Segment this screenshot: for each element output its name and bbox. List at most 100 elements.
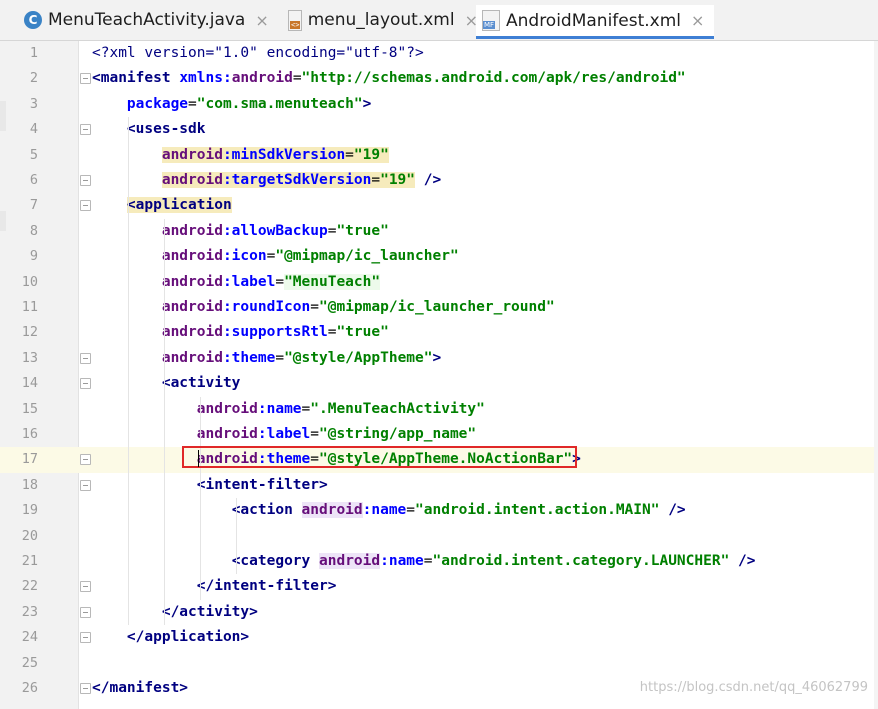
- code-token: </intent-filter>: [196, 578, 337, 595]
- fold-end-icon[interactable]: [80, 581, 91, 593]
- code-token: =: [406, 502, 416, 519]
- code-text: </application>: [92, 625, 249, 650]
- code-line[interactable]: 23 </activity>: [0, 600, 878, 625]
- fold-end-icon[interactable]: [80, 683, 91, 694]
- fold-collapse-icon[interactable]: [80, 124, 91, 136]
- line-number: 26: [21, 680, 38, 696]
- code-token: android: [161, 222, 223, 239]
- code-line[interactable]: 3 package="com.sma.menuteach">: [0, 92, 878, 117]
- code-line[interactable]: 4 <uses-sdk: [0, 117, 878, 142]
- code-line[interactable]: 11 android:roundIcon="@mipmap/ic_launche…: [0, 295, 878, 320]
- code-token: :name: [362, 502, 407, 519]
- code-token: :targetSdkVersion: [222, 172, 372, 188]
- code-line[interactable]: 15 android:name=".MenuTeachActivity": [0, 397, 878, 422]
- code-token: =: [301, 400, 311, 417]
- code-text: android:label="MenuTeach": [92, 270, 381, 295]
- code-line[interactable]: 12 android:supportsRtl="true": [0, 320, 878, 345]
- fold-end-icon[interactable]: [80, 352, 91, 364]
- code-token: =: [275, 349, 285, 366]
- line-number: 7: [29, 197, 38, 214]
- code-text: <?xml version="1.0" encoding="utf-8"?>: [92, 41, 424, 66]
- code-token: :label: [257, 426, 311, 442]
- fold-end-icon[interactable]: [80, 632, 91, 644]
- tab-androidmanifest-xml[interactable]: AndroidManifest.xml ×: [476, 5, 714, 39]
- code-token: "true": [336, 222, 389, 239]
- fold-end-icon[interactable]: [80, 606, 91, 618]
- code-token: =: [371, 172, 381, 188]
- code-token: />: [729, 553, 756, 569]
- close-icon[interactable]: ×: [255, 11, 268, 30]
- code-line[interactable]: 22 </intent-filter>: [0, 574, 878, 599]
- fold-collapse-icon[interactable]: [80, 479, 91, 491]
- code-token: "@mipmap/ic_launcher": [275, 248, 459, 265]
- code-text: </manifest>: [92, 676, 188, 701]
- line-number: 11: [21, 299, 38, 315]
- fold-end-icon[interactable]: [80, 454, 91, 466]
- code-line[interactable]: 16 android:label="@string/app_name": [0, 422, 878, 447]
- code-line[interactable]: 2 <manifest xmlns:android="http://schemas…: [0, 66, 878, 91]
- code-text: android:allowBackup="true": [92, 219, 389, 244]
- code-line[interactable]: 19 <action android:name="android.intent.…: [0, 498, 878, 523]
- code-line[interactable]: 13 android:theme="@style/AppTheme">: [0, 346, 878, 371]
- code-line[interactable]: 21 <category android:name="android.inten…: [0, 549, 878, 574]
- line-number: 16: [21, 426, 38, 442]
- code-token: "19": [380, 172, 416, 188]
- code-token: <action: [231, 502, 302, 519]
- code-token: "@style/AppTheme": [284, 349, 433, 366]
- code-text: android:minSdkVersion="19": [92, 143, 389, 168]
- line-number: 24: [21, 629, 38, 646]
- fold-collapse-icon[interactable]: [80, 200, 91, 212]
- indent-guide: [164, 218, 165, 626]
- editor-tab-bar: CMenuTeachActivity.java×menu_layout.xml×…: [0, 0, 878, 41]
- code-text: android:supportsRtl="true": [92, 320, 389, 345]
- line-number: 6: [29, 172, 38, 188]
- code-token: />: [659, 502, 686, 519]
- code-token: </activity>: [161, 603, 258, 620]
- code-token: :theme: [222, 349, 276, 366]
- code-token: android: [161, 273, 223, 290]
- code-line[interactable]: 1 <?xml version="1.0" encoding="utf-8"?>: [0, 41, 878, 66]
- code-line[interactable]: 5 android:minSdkVersion="19": [0, 143, 878, 168]
- line-number: 25: [21, 654, 38, 671]
- line-number: 17: [21, 451, 38, 468]
- fold-collapse-icon[interactable]: [80, 378, 91, 390]
- code-token: android: [319, 553, 381, 569]
- code-editor[interactable]: 1 <?xml version="1.0" encoding="utf-8"?> 2…: [0, 41, 878, 709]
- code-line[interactable]: 20: [0, 524, 878, 549]
- line-number: 13: [21, 349, 38, 366]
- code-line[interactable]: 14 <activity: [0, 371, 878, 396]
- code-token: "@mipmap/ic_launcher_round": [319, 299, 555, 315]
- xml-file-icon: [288, 9, 302, 31]
- code-line[interactable]: 6 android:targetSdkVersion="19" />: [0, 168, 878, 193]
- code-line[interactable]: 18 <intent-filter>: [0, 473, 878, 498]
- code-token: android: [161, 248, 223, 265]
- code-token: "@string/app_name": [319, 426, 477, 442]
- code-token: :name: [257, 400, 302, 417]
- code-text: android:icon="@mipmap/ic_launcher": [92, 244, 459, 269]
- code-text: <action android:name="android.intent.act…: [92, 498, 686, 523]
- fold-collapse-icon[interactable]: [80, 73, 91, 85]
- tab-menu-layout-xml[interactable]: menu_layout.xml×: [282, 4, 478, 36]
- line-number: 8: [29, 222, 38, 239]
- tab-menuteachactivity-java[interactable]: C MenuTeachActivity.java ×: [18, 4, 286, 36]
- close-icon[interactable]: ×: [691, 11, 704, 30]
- code-token: android: [231, 70, 293, 87]
- code-line[interactable]: 9 android:icon="@mipmap/ic_launcher": [0, 244, 878, 269]
- code-line[interactable]: 7 <application: [0, 193, 878, 218]
- code-token: ".MenuTeachActivity": [310, 400, 485, 417]
- code-text: <uses-sdk: [92, 117, 206, 142]
- code-line[interactable]: 8 android:allowBackup="true": [0, 219, 878, 244]
- fold-end-icon[interactable]: [80, 175, 91, 186]
- code-line[interactable]: 25: [0, 651, 878, 676]
- code-line[interactable]: 10 android:label="MenuTeach": [0, 270, 878, 295]
- vertical-scrollbar[interactable]: [874, 41, 878, 709]
- code-line[interactable]: 24 </application>: [0, 625, 878, 650]
